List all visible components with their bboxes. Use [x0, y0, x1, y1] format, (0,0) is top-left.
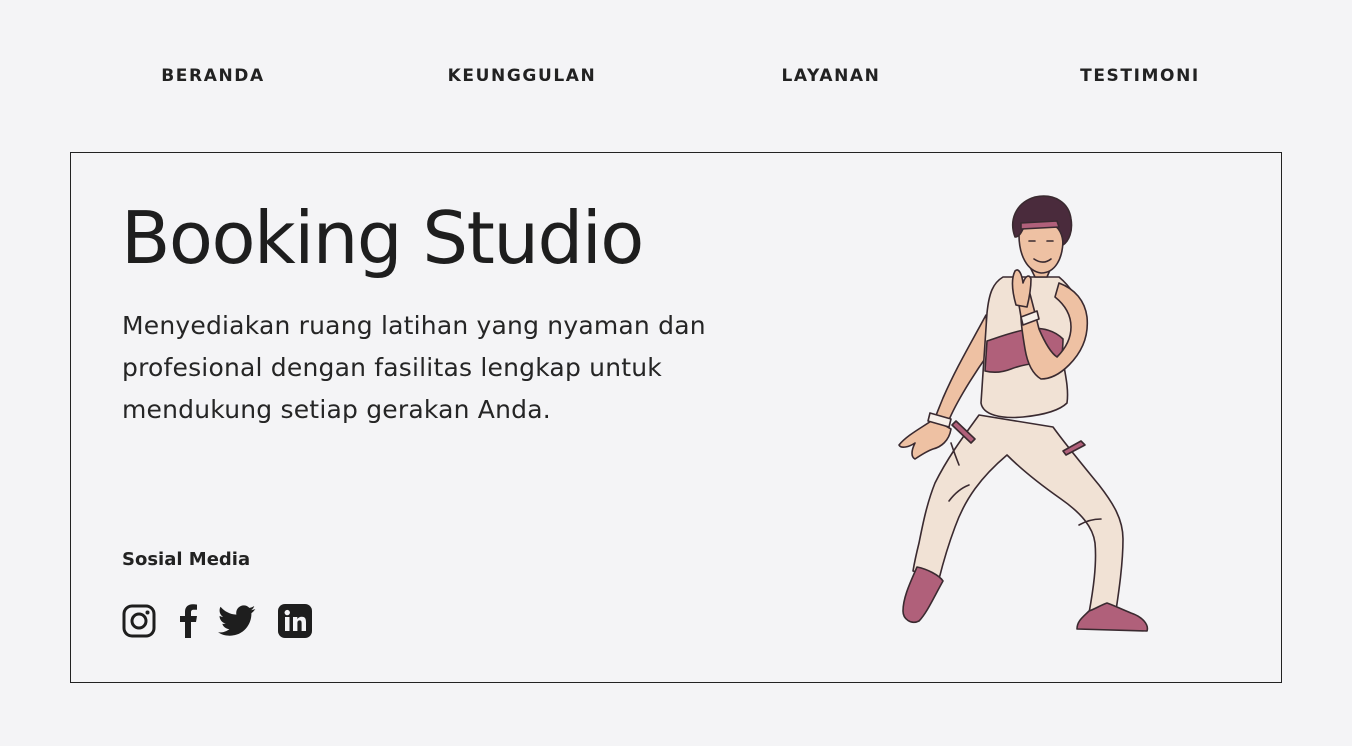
linkedin-icon[interactable]	[278, 604, 312, 638]
social-icons	[122, 602, 334, 640]
dancer-illustration	[898, 195, 1149, 632]
social-media-heading: Sosial Media	[122, 549, 251, 570]
nav-keunggulan[interactable]: KEUNGGULAN	[448, 66, 597, 86]
top-nav: BERANDA KEUNGGULAN LAYANAN TESTIMONI	[0, 60, 1352, 96]
hero-card: Booking Studio Menyediakan ruang latihan…	[70, 152, 1282, 683]
hero-description: Menyediakan ruang latihan yang nyaman da…	[122, 311, 706, 424]
nav-layanan[interactable]: LAYANAN	[781, 66, 880, 86]
page: BERANDA KEUNGGULAN LAYANAN TESTIMONI Boo…	[0, 0, 1352, 746]
nav-testimoni[interactable]: TESTIMONI	[1080, 66, 1200, 86]
twitter-icon[interactable]	[218, 605, 256, 637]
hero-title: Booking Studio	[121, 196, 644, 280]
instagram-icon[interactable]	[122, 604, 156, 638]
nav-beranda[interactable]: BERANDA	[161, 66, 265, 86]
facebook-icon[interactable]	[178, 604, 198, 638]
